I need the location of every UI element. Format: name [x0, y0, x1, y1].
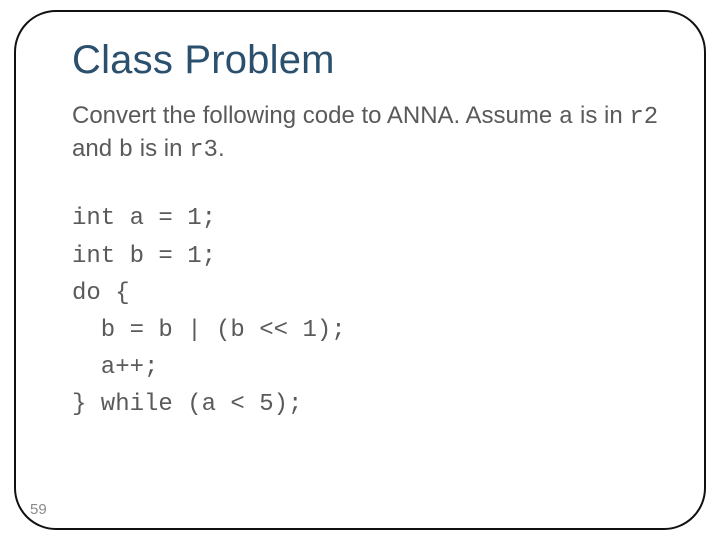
- desc-text: is in: [573, 102, 629, 129]
- code-line: int a = 1;: [72, 205, 216, 232]
- desc-text: .: [218, 135, 225, 162]
- desc-text: and: [72, 135, 119, 162]
- code-line: b = b | (b << 1);: [72, 317, 346, 344]
- slide-title: Class Problem: [72, 38, 660, 83]
- desc-text: is in: [133, 135, 189, 162]
- reg-r2: r2: [629, 104, 658, 131]
- reg-r3: r3: [189, 137, 218, 164]
- desc-text: Convert the following code to ANNA. Assu…: [72, 102, 559, 129]
- var-b: b: [119, 137, 133, 164]
- var-a: a: [559, 104, 573, 131]
- page-number: 59: [30, 501, 47, 518]
- slide: Class Problem Convert the following code…: [0, 0, 720, 540]
- code-block: int a = 1; int b = 1; do { b = b | (b <<…: [72, 200, 660, 423]
- slide-content: Class Problem Convert the following code…: [72, 38, 660, 424]
- code-line: } while (a < 5);: [72, 391, 302, 418]
- code-line: int b = 1;: [72, 243, 216, 270]
- problem-description: Convert the following code to ANNA. Assu…: [72, 101, 660, 166]
- code-line: do {: [72, 280, 130, 307]
- code-line: a++;: [72, 354, 158, 381]
